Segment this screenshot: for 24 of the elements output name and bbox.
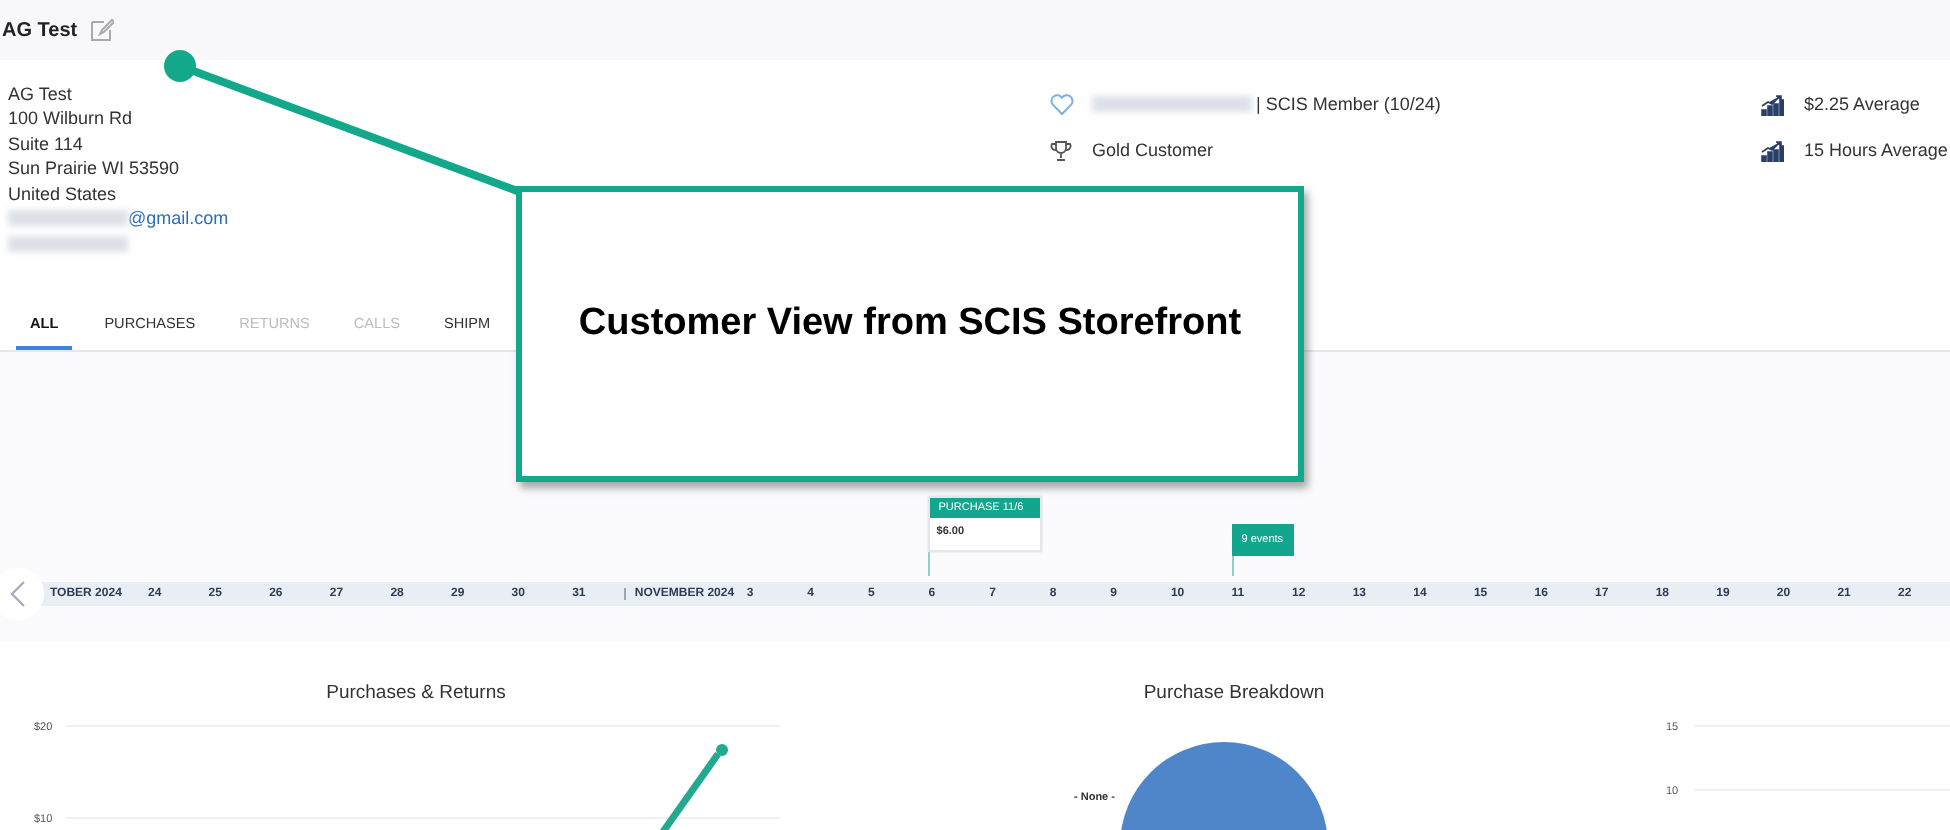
address-line: United States (8, 181, 119, 207)
chart-title: Purchases & Returns (326, 682, 506, 704)
stat-text: $2.25 Average (1804, 94, 1920, 114)
address-line: Suite 114 (8, 131, 85, 157)
callout-text: Customer View from SCIS Storefront (578, 302, 1242, 346)
trophy-icon (1050, 139, 1072, 161)
line-series (657, 744, 728, 830)
previous-button[interactable] (0, 568, 44, 620)
edit-icon[interactable] (89, 18, 114, 42)
tier-text: Gold Customer (1092, 140, 1214, 160)
redacted-text (8, 210, 128, 227)
email-link[interactable]: @gmail.com (128, 206, 229, 231)
membership-text: | SCIS Member (10/24) (1256, 94, 1441, 114)
chart-up-icon (1760, 93, 1784, 115)
stat-text: 15 Hours Average (1804, 140, 1948, 160)
chart-up-icon (1760, 139, 1784, 161)
redacted-text (8, 235, 128, 252)
chart-title: Purchase Breakdown (1143, 682, 1325, 704)
address-line: 100 Wilburn Rd (8, 106, 135, 132)
chevron-left-icon (10, 580, 26, 608)
address-line: AG Test (8, 82, 74, 107)
customer-name-title: AG Test (2, 19, 78, 41)
address-line: Sun Prairie WI 53590 (8, 156, 182, 182)
heart-icon (1050, 93, 1074, 115)
